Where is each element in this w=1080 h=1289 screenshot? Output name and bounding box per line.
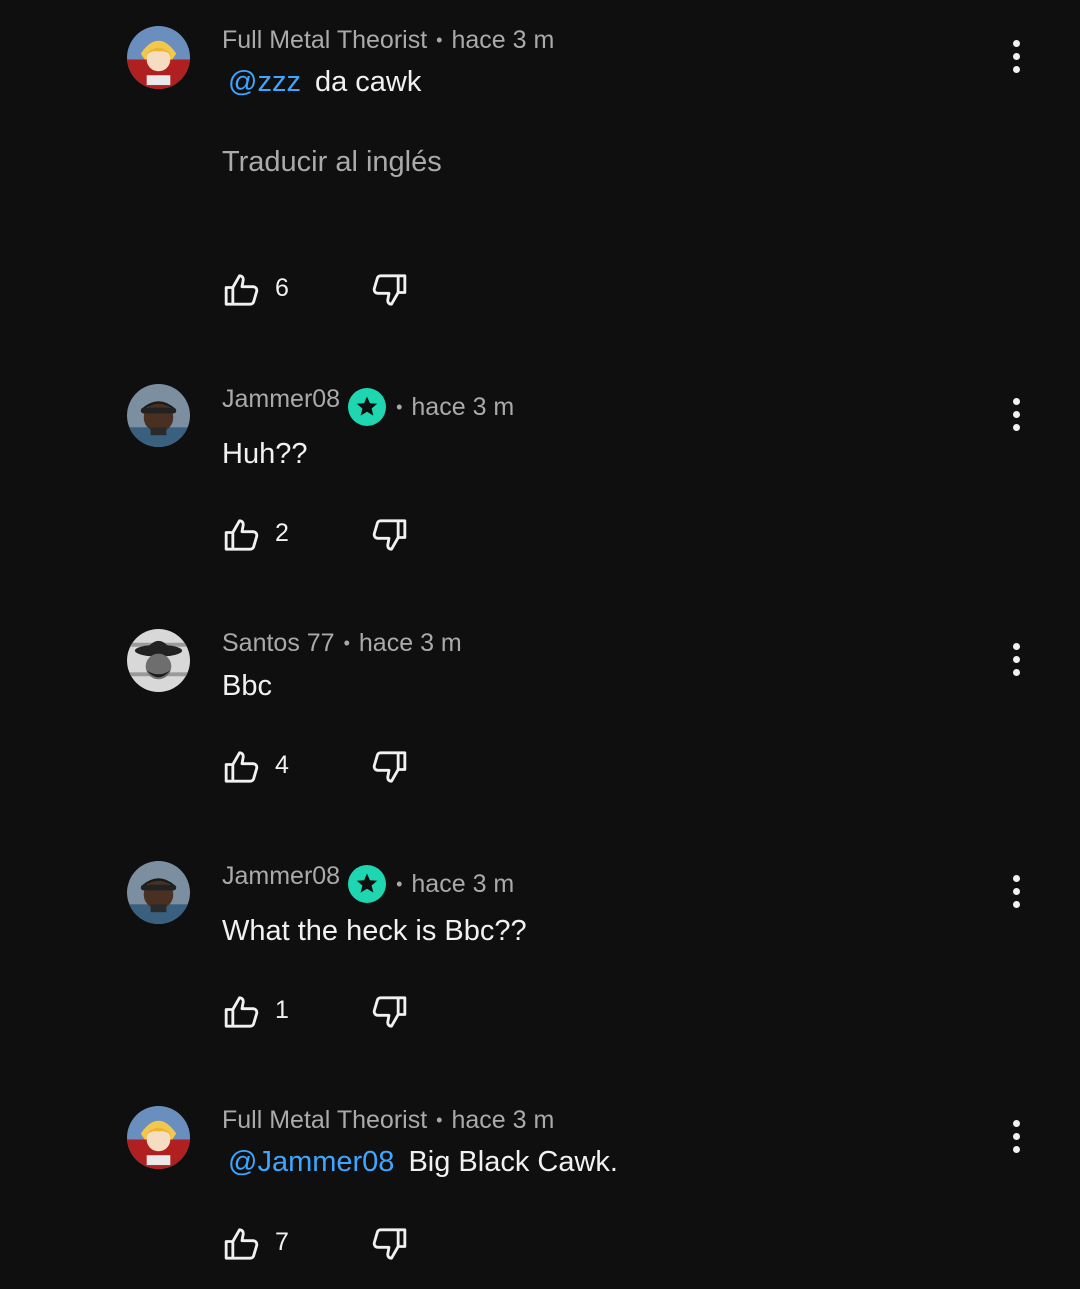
kebab-dot	[1012, 410, 1020, 418]
thumbs-down-icon	[369, 270, 409, 310]
thumbs-up-icon	[222, 747, 262, 787]
thumbs-up-icon	[222, 1224, 262, 1264]
comment-text: @zzz da cawk	[222, 66, 421, 99]
like-count: 1	[275, 996, 289, 1024]
translate-link[interactable]: Traducir al inglés	[222, 146, 442, 179]
thumbs-down-icon	[369, 515, 409, 555]
thumbs-up-icon	[222, 992, 262, 1032]
timestamp: hace 3 m	[411, 869, 515, 898]
more-options-button[interactable]	[1001, 394, 1031, 434]
like-button[interactable]	[222, 747, 262, 787]
comment-body: Big Black Cawk.	[408, 1146, 618, 1178]
comment-body: Bbc	[222, 670, 272, 702]
like-count: 2	[275, 519, 289, 547]
avatar[interactable]	[127, 1106, 190, 1169]
thumbs-down-icon	[369, 747, 409, 787]
dislike-button[interactable]	[369, 1224, 409, 1264]
man-cap-avatar-icon	[127, 384, 190, 447]
like-button[interactable]	[222, 515, 262, 555]
author-name[interactable]: Jammer08	[222, 385, 340, 414]
timestamp: hace 3 m	[451, 1106, 555, 1134]
like-count: 7	[275, 1228, 289, 1256]
separator-dot: •	[436, 30, 443, 50]
kebab-dot	[1012, 668, 1020, 676]
star-badge-icon	[347, 864, 387, 904]
thumbs-down-icon	[369, 1224, 409, 1264]
comment-meta: Jammer08 • hace 3 m	[222, 861, 514, 901]
author-name[interactable]: Santos 77	[222, 629, 335, 658]
kebab-dot	[1012, 423, 1020, 431]
separator-dot: •	[396, 396, 403, 417]
more-options-button[interactable]	[1001, 36, 1031, 76]
comment-text: @Jammer08 Big Black Cawk.	[222, 1146, 618, 1179]
timestamp: hace 3 m	[358, 629, 462, 657]
dislike-button[interactable]	[369, 747, 409, 787]
avatar[interactable]	[127, 861, 190, 924]
thumbs-down-icon	[369, 992, 409, 1032]
thumbs-up-icon	[222, 270, 262, 310]
mention-link[interactable]: @Jammer08	[228, 1146, 394, 1178]
more-options-button[interactable]	[1001, 639, 1031, 679]
comment-meta: Full Metal Theorist • hace 3 m	[222, 1106, 554, 1135]
comment-meta: Jammer08 • hace 3 m	[222, 384, 514, 424]
kebab-dot	[1012, 874, 1020, 882]
star-badge-icon	[347, 387, 387, 427]
more-options-button[interactable]	[1001, 1116, 1031, 1156]
separator-dot: •	[396, 873, 403, 894]
kebab-dot	[1012, 52, 1020, 60]
comment-text: What the heck is Bbc??	[222, 915, 527, 948]
kebab-dot	[1012, 1119, 1020, 1127]
comment-body: da cawk	[314, 66, 422, 98]
man-cap-avatar-icon	[127, 861, 190, 924]
avatar[interactable]	[127, 629, 190, 692]
kebab-dot	[1012, 642, 1020, 650]
kebab-dot	[1012, 397, 1020, 405]
kebab-dot	[1012, 39, 1020, 47]
author-name[interactable]: Jammer08	[222, 862, 340, 891]
like-button[interactable]	[222, 270, 262, 310]
anime-boy-avatar-icon	[127, 26, 190, 89]
timestamp: hace 3 m	[451, 26, 555, 54]
anime-boy-avatar-icon	[127, 1106, 190, 1169]
kebab-dot	[1012, 900, 1020, 908]
kebab-dot	[1012, 1145, 1020, 1153]
thumbs-up-icon	[222, 515, 262, 555]
dislike-button[interactable]	[369, 270, 409, 310]
like-button[interactable]	[222, 992, 262, 1032]
like-count: 4	[275, 751, 289, 779]
avatar[interactable]	[127, 26, 190, 89]
kebab-dot	[1012, 65, 1020, 73]
timestamp: hace 3 m	[411, 392, 515, 421]
comment-body: What the heck is Bbc??	[222, 915, 527, 947]
separator-dot: •	[343, 633, 350, 653]
more-options-button[interactable]	[1001, 871, 1031, 911]
like-count: 6	[275, 274, 289, 302]
comment-body: Huh??	[222, 438, 308, 470]
kebab-dot	[1012, 887, 1020, 895]
kebab-dot	[1012, 1132, 1020, 1140]
grayscale-hat-avatar-icon	[127, 629, 190, 692]
like-button[interactable]	[222, 1224, 262, 1264]
author-name[interactable]: Full Metal Theorist	[222, 26, 427, 55]
mention-link[interactable]: @zzz	[228, 66, 301, 98]
comment-text: Bbc	[222, 670, 272, 703]
avatar[interactable]	[127, 384, 190, 447]
dislike-button[interactable]	[369, 992, 409, 1032]
author-name[interactable]: Full Metal Theorist	[222, 1106, 427, 1135]
comment-meta: Santos 77 • hace 3 m	[222, 629, 462, 658]
separator-dot: •	[436, 1110, 443, 1130]
comment-meta: Full Metal Theorist • hace 3 m	[222, 26, 554, 55]
kebab-dot	[1012, 655, 1020, 663]
comment-text: Huh??	[222, 438, 307, 471]
dislike-button[interactable]	[369, 515, 409, 555]
